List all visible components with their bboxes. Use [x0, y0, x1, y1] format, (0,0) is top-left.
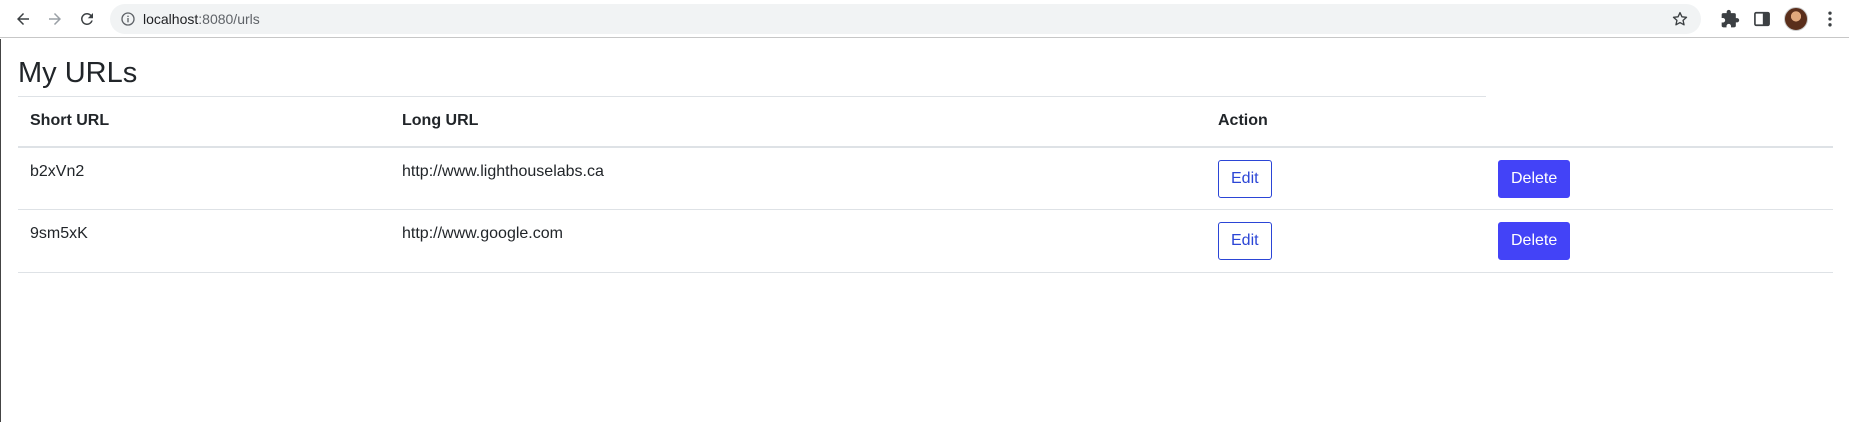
- delete-cell: Delete: [1486, 209, 1833, 273]
- long-url-cell: http://www.lighthouselabs.ca: [390, 146, 1206, 210]
- table-row: 9sm5xK http://www.google.com Edit Delete: [18, 209, 1833, 273]
- reload-button[interactable]: [73, 5, 101, 33]
- short-url-cell: 9sm5xK: [18, 209, 390, 273]
- arrow-right-icon: [49, 13, 61, 25]
- page-content: My URLs Short URL Long URL Action b2xVn2…: [0, 39, 1849, 422]
- table-header-row: Short URL Long URL Action: [18, 96, 1833, 148]
- edit-cell: Edit: [1206, 209, 1486, 273]
- column-header-short-url: Short URL: [18, 96, 390, 148]
- info-icon[interactable]: [120, 11, 136, 27]
- back-button[interactable]: [9, 5, 37, 33]
- urls-table: Short URL Long URL Action b2xVn2 http://…: [18, 96, 1833, 273]
- forward-button[interactable]: [41, 5, 69, 33]
- kebab-menu-icon[interactable]: [1820, 9, 1840, 29]
- arrow-left-icon: [17, 13, 29, 25]
- short-url-cell: b2xVn2: [18, 146, 390, 210]
- address-url: localhost:8080/urls: [143, 11, 260, 27]
- long-url-cell: http://www.google.com: [390, 209, 1206, 273]
- puzzle-icon[interactable]: [1720, 9, 1740, 29]
- edit-button[interactable]: Edit: [1218, 222, 1272, 260]
- edit-button[interactable]: Edit: [1218, 159, 1272, 198]
- delete-button[interactable]: Delete: [1498, 222, 1571, 260]
- address-bar[interactable]: localhost:8080/urls: [110, 4, 1701, 34]
- edit-cell: Edit: [1206, 146, 1486, 210]
- browser-toolbar: localhost:8080/urls: [0, 0, 1849, 38]
- url-host: localhost: [143, 11, 199, 27]
- side-panel-icon[interactable]: [1752, 9, 1772, 29]
- url-path: :8080/urls: [198, 11, 260, 27]
- column-header-action: Action: [1206, 96, 1486, 148]
- reload-icon: [81, 13, 93, 25]
- delete-button[interactable]: Delete: [1498, 159, 1571, 198]
- column-header-empty: [1486, 96, 1833, 148]
- table-row: b2xVn2 http://www.lighthouselabs.ca Edit…: [18, 146, 1833, 210]
- profile-avatar[interactable]: [1784, 7, 1808, 31]
- page-title: My URLs: [18, 57, 138, 89]
- star-icon[interactable]: [1671, 10, 1689, 28]
- delete-cell: Delete: [1486, 146, 1833, 210]
- column-header-long-url: Long URL: [390, 96, 1206, 148]
